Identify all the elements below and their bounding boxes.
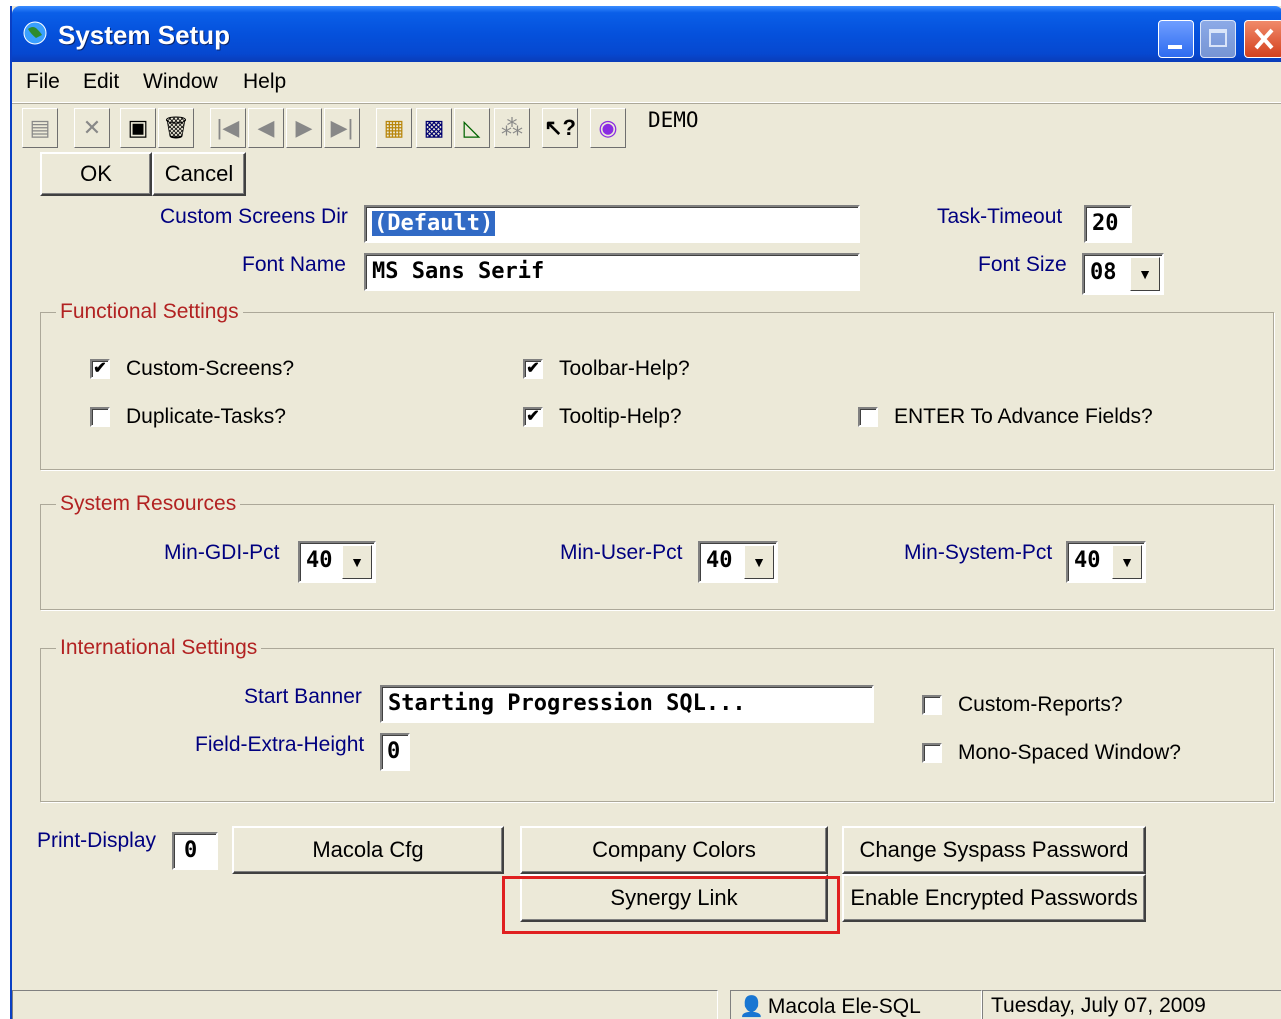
network-icon[interactable]: ⁂ [494, 108, 530, 148]
custom-screens-dir-label: Custom Screens Dir [160, 205, 348, 228]
font-size-select[interactable]: 08 ▼ [1082, 253, 1164, 295]
min-system-pct-label: Min-System-Pct [904, 541, 1053, 564]
add-record-icon[interactable]: ▤ [22, 108, 58, 148]
delete-record-icon[interactable]: ✕ [74, 108, 110, 148]
calculator-icon[interactable]: ▩ [416, 108, 452, 148]
last-record-icon[interactable]: ▶| [324, 108, 360, 148]
toolbar-help-label: Toolbar-Help? [559, 357, 690, 380]
min-user-pct-value: 40 [706, 548, 733, 573]
trash-icon[interactable]: 🗑 [158, 108, 194, 148]
checkbox-empty-icon [90, 407, 110, 427]
tooltip-help-label: Tooltip-Help? [559, 405, 682, 428]
international-settings-group [40, 648, 1274, 802]
enable-encrypted-passwords-button[interactable]: Enable Encrypted Passwords [842, 874, 1146, 922]
company-colors-button[interactable]: Company Colors [520, 826, 828, 874]
mono-spaced-window-label: Mono-Spaced Window? [958, 741, 1181, 764]
min-user-pct-label: Min-User-Pct [560, 541, 683, 564]
close-icon [1254, 28, 1274, 50]
min-system-pct-select[interactable]: 40 ▼ [1066, 541, 1146, 583]
field-extra-height-label: Field-Extra-Height [195, 733, 365, 756]
macola-cfg-button[interactable]: Macola Cfg [232, 826, 504, 874]
connection-name: Macola Ele-SQL [767, 995, 921, 1018]
synergy-link-highlight-box [502, 876, 840, 934]
checkbox-checked-icon: ✔ [523, 407, 543, 427]
chevron-down-icon[interactable]: ▼ [342, 545, 372, 579]
title-bar[interactable]: System Setup [12, 6, 1281, 62]
ok-button[interactable]: OK [40, 152, 152, 196]
min-user-pct-select[interactable]: 40 ▼ [698, 541, 778, 583]
globe-icon[interactable]: ◉ [590, 108, 626, 148]
min-gdi-pct-label: Min-GDI-Pct [164, 541, 280, 564]
checkbox-empty-icon [922, 743, 942, 763]
system-resources-title: System Resources [56, 492, 241, 516]
checkbox-checked-icon: ✔ [523, 359, 543, 379]
app-globe-icon [23, 21, 47, 45]
font-name-input[interactable]: MS Sans Serif [364, 253, 860, 291]
company-code: DEMO [648, 108, 699, 132]
close-button[interactable] [1244, 20, 1281, 58]
menu-edit[interactable]: Edit [83, 70, 119, 94]
save-icon[interactable]: ▣ [120, 108, 156, 148]
status-pane-message [12, 990, 718, 1019]
enter-advance-label: ENTER To Advance Fields? [894, 405, 1153, 428]
chevron-down-icon[interactable]: ▼ [1112, 545, 1142, 579]
next-record-icon[interactable]: ▶ [286, 108, 322, 148]
min-gdi-pct-value: 40 [306, 548, 333, 573]
chevron-down-icon[interactable]: ▼ [1130, 257, 1160, 291]
notes-icon[interactable]: ▦ [376, 108, 412, 148]
start-banner-label: Start Banner [244, 685, 362, 708]
print-display-label: Print-Display [37, 829, 157, 852]
functional-settings-group [40, 312, 1274, 470]
cancel-button[interactable]: Cancel [152, 152, 246, 196]
menu-window[interactable]: Window [143, 70, 218, 94]
menu-file[interactable]: File [26, 70, 60, 94]
custom-screens-dir-input[interactable]: (Default) [364, 205, 860, 243]
min-gdi-pct-select[interactable]: 40 ▼ [298, 541, 376, 583]
custom-reports-label: Custom-Reports? [958, 693, 1123, 716]
toolbar: ▤ ✕ ▣ 🗑 |◀ ◀ ▶ ▶| ▦ ▩ ◺ ⁂ ↖? ◉ DEMO [12, 103, 1281, 152]
window-title: System Setup [58, 20, 230, 50]
functional-settings-title: Functional Settings [56, 300, 243, 324]
custom-screens-dir-value: (Default) [372, 211, 496, 236]
min-system-pct-value: 40 [1074, 548, 1101, 573]
chevron-down-icon[interactable]: ▼ [744, 545, 774, 579]
duplicate-tasks-label: Duplicate-Tasks? [126, 405, 286, 428]
context-help-icon[interactable]: ↖? [542, 108, 578, 148]
system-setup-window: System Setup File Edit Window Help ▤ ✕ ▣… [10, 6, 1281, 1019]
status-pane-connection: 👤 Macola Ele-SQL [730, 990, 982, 1019]
first-record-icon[interactable]: |◀ [210, 108, 246, 148]
menu-bar: File Edit Window Help [12, 62, 1281, 103]
prev-record-icon[interactable]: ◀ [248, 108, 284, 148]
font-size-value: 08 [1090, 260, 1117, 285]
field-extra-height-input[interactable]: 0 [380, 733, 410, 771]
menu-help[interactable]: Help [243, 70, 286, 94]
checkbox-empty-icon [858, 407, 878, 427]
change-syspass-password-button[interactable]: Change Syspass Password [842, 826, 1146, 874]
international-settings-title: International Settings [56, 636, 262, 660]
font-size-label: Font Size [978, 253, 1067, 276]
task-timeout-input[interactable]: 20 [1084, 205, 1132, 243]
user-icon: 👤 [739, 996, 764, 1018]
custom-screens-label: Custom-Screens? [126, 357, 295, 380]
print-display-input[interactable]: 0 [172, 832, 218, 870]
maximize-button[interactable] [1200, 20, 1236, 58]
start-banner-input[interactable]: Starting Progression SQL... [380, 685, 874, 723]
checkbox-checked-icon: ✔ [90, 359, 110, 379]
checkbox-empty-icon [922, 695, 942, 715]
status-pane-date: Tuesday, July 07, 2009 [982, 990, 1281, 1019]
chart-icon[interactable]: ◺ [454, 108, 490, 148]
minimize-button[interactable] [1158, 20, 1194, 58]
font-name-label: Font Name [242, 253, 346, 276]
status-bar: 👤 Macola Ele-SQL Tuesday, July 07, 2009 [12, 986, 1281, 1019]
task-timeout-label: Task-Timeout [937, 205, 1063, 228]
